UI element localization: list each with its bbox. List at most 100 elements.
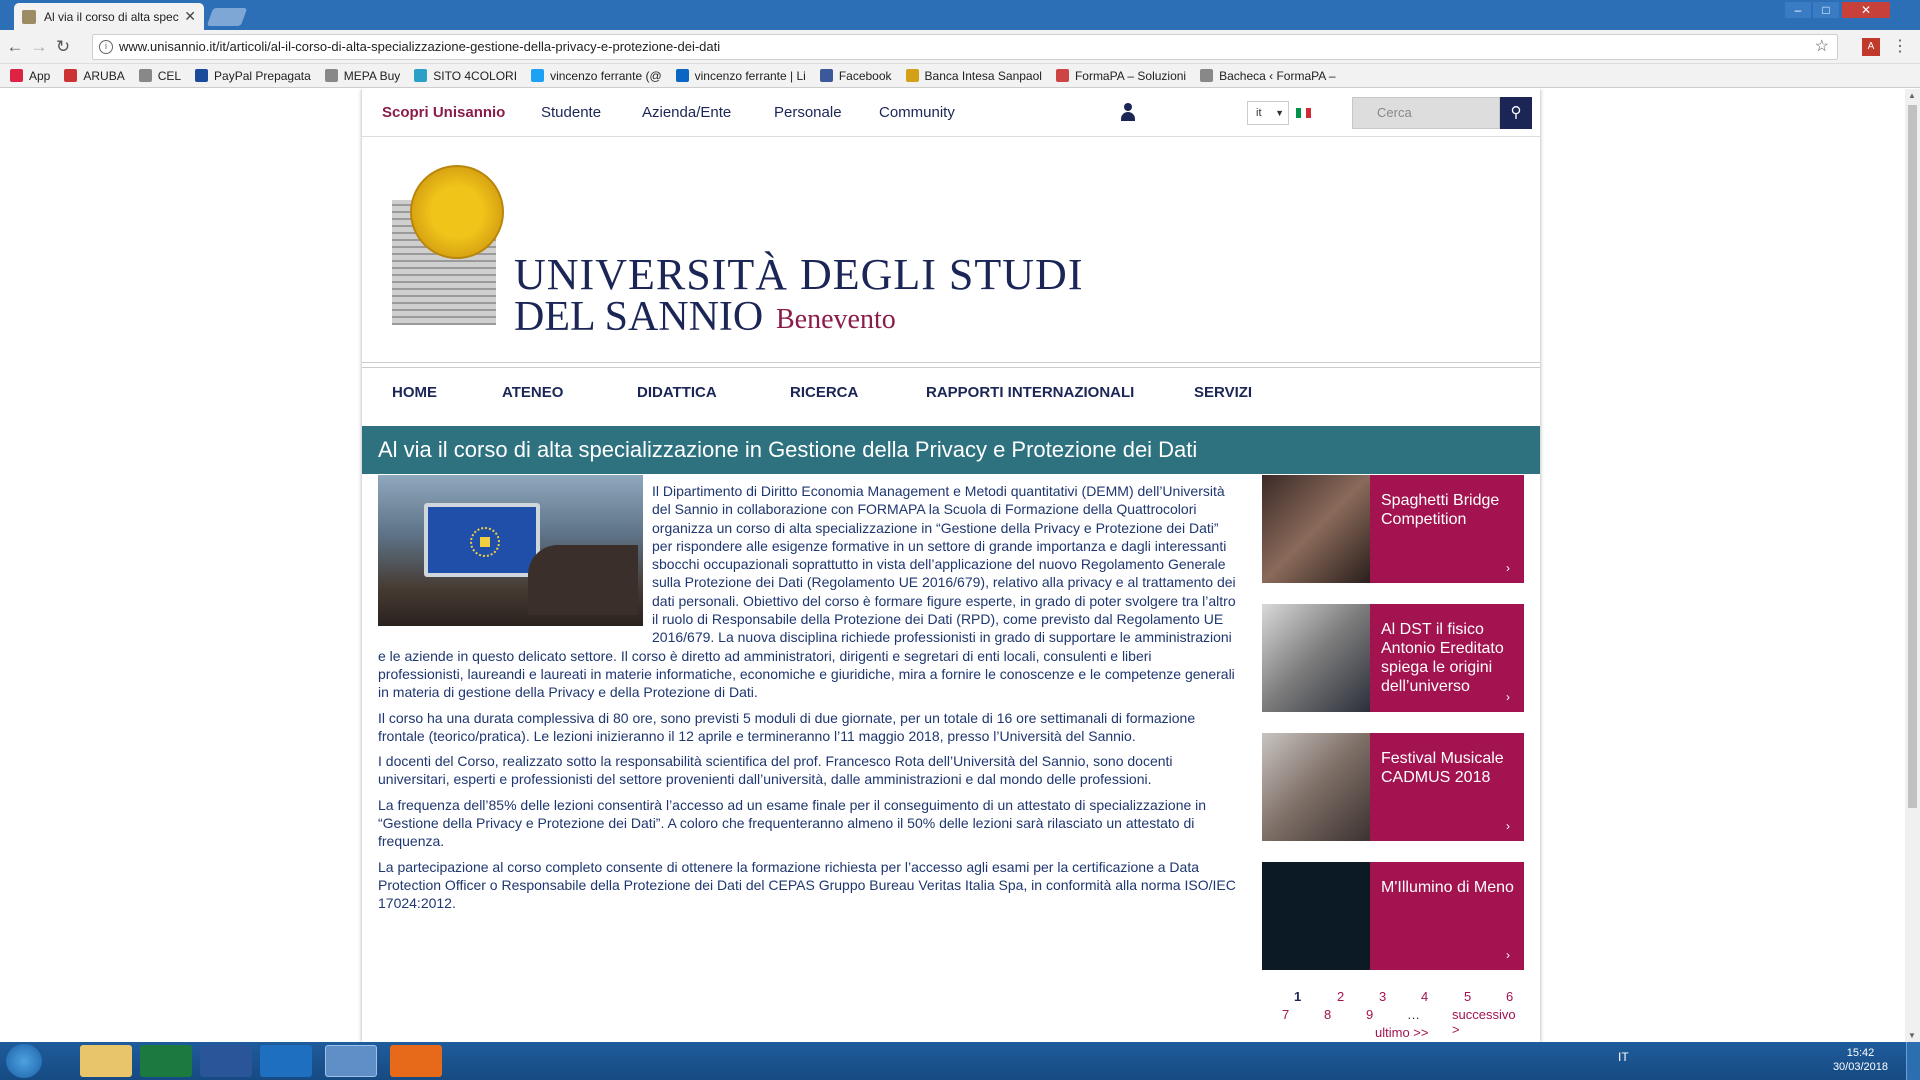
pager-next-link[interactable]: successivo >: [1452, 1007, 1524, 1037]
top-navigation: Scopri Unisannio Studente Azienda/Ente P…: [362, 89, 1540, 137]
page-link[interactable]: 9: [1366, 1007, 1373, 1022]
window-maximize-button[interactable]: □: [1813, 2, 1839, 18]
tray-time: 15:42: [1846, 1047, 1875, 1059]
scroll-up-icon[interactable]: ▲: [1908, 91, 1916, 100]
bookmark-item[interactable]: App: [10, 69, 50, 83]
reload-icon[interactable]: ↻: [52, 37, 74, 57]
bookmark-label: FormaPA – Soluzioni: [1074, 68, 1187, 83]
browser-tab[interactable]: Al via il corso di alta spec ✕: [14, 3, 204, 30]
search-icon: ⚲: [1510, 104, 1522, 121]
window-close-button[interactable]: ✕: [1842, 2, 1890, 18]
back-icon[interactable]: ←: [4, 37, 26, 57]
news-card[interactable]: Al DST il fisico Antonio Ereditato spieg…: [1262, 604, 1524, 712]
word-icon[interactable]: [200, 1045, 252, 1077]
topnav-azienda-ente[interactable]: Azienda/Ente: [642, 104, 731, 121]
news-thumbnail: [1262, 604, 1370, 712]
bookmark-item[interactable]: FormaPA – Soluzioni: [1055, 68, 1187, 83]
url-bar[interactable]: i www.unisannio.it/it/articoli/al-il-cor…: [92, 34, 1838, 60]
news-thumbnail: [1262, 862, 1370, 970]
bookmark-favicon-icon: [195, 69, 209, 82]
user-icon[interactable]: [1120, 103, 1136, 121]
mainnav-servizi[interactable]: SERVIZI: [1194, 384, 1252, 401]
page-link[interactable]: 2: [1337, 989, 1344, 1004]
news-card-title: Spaghetti Bridge Competition: [1381, 492, 1500, 528]
news-card[interactable]: Spaghetti Bridge Competition ›: [1262, 475, 1524, 583]
tab-favicon-icon: [22, 9, 36, 24]
site-header: UNIVERSITÀ DEGLI STUDI DEL SANNIO Beneve…: [362, 137, 1540, 363]
mainnav-rapporti-internazionali[interactable]: RAPPORTI INTERNAZIONALI: [926, 384, 1134, 401]
bookmark-item[interactable]: vincenzo ferrante (@: [531, 69, 662, 83]
pdf-extension-icon[interactable]: A: [1862, 38, 1880, 56]
bookmark-star-icon[interactable]: ☆: [1815, 35, 1829, 59]
language-value: it: [1256, 107, 1262, 119]
tray-date: 30/03/2018: [1832, 1061, 1888, 1073]
language-select[interactable]: it ▼: [1247, 101, 1289, 125]
mainnav-home[interactable]: HOME: [392, 384, 437, 401]
page-link[interactable]: 3: [1379, 989, 1386, 1004]
bookmark-item[interactable]: ARUBA: [64, 69, 125, 83]
bookmark-item[interactable]: MEPA Buy: [324, 69, 400, 83]
forward-icon[interactable]: →: [28, 37, 50, 57]
mainnav-ricerca[interactable]: RICERCA: [790, 384, 858, 401]
bookmarks-bar: App ARUBA CEL PayPal Prepagata MEPA Buy SITO …: [0, 64, 1920, 88]
logo-title-line2[interactable]: DEL SANNIO: [514, 293, 763, 341]
topnav-community[interactable]: Community: [879, 104, 955, 121]
page-scrollbar[interactable]: ▲ ▼: [1905, 89, 1920, 1042]
outlook-icon[interactable]: [260, 1045, 312, 1077]
bookmark-item[interactable]: SITO 4COLORI: [414, 69, 517, 83]
article-paragraph: I docenti del Corso, realizzato sotto la…: [378, 753, 1173, 788]
search-button[interactable]: ⚲: [1500, 97, 1532, 129]
news-card[interactable]: Festival Musicale CADMUS 2018 ›: [1262, 733, 1524, 841]
page-ellipsis: …: [1407, 1007, 1420, 1022]
university-seal-logo[interactable]: [392, 165, 504, 325]
bookmark-item[interactable]: Banca Intesa Sanpaol: [905, 69, 1042, 83]
tray-clock[interactable]: 15:42 30/03/2018: [1833, 1046, 1888, 1074]
window-minimize-button[interactable]: –: [1785, 2, 1811, 18]
windows-start-button[interactable]: [6, 1044, 42, 1078]
file-explorer-icon[interactable]: [80, 1045, 132, 1077]
url-text: www.unisannio.it/it/articoli/al-il-corso…: [119, 39, 721, 54]
news-card[interactable]: M'Illumino di Meno ›: [1262, 862, 1524, 970]
search-input[interactable]: Cerca: [1352, 97, 1500, 129]
mainnav-didattica[interactable]: DIDATTICA: [637, 384, 717, 401]
page-link[interactable]: 8: [1324, 1007, 1331, 1022]
site-info-icon[interactable]: i: [99, 40, 113, 54]
article-paragraph: La partecipazione al corso completo cons…: [378, 858, 1236, 912]
scrollbar-thumb[interactable]: [1908, 105, 1917, 808]
page-link[interactable]: 1: [1294, 989, 1301, 1004]
chrome-icon[interactable]: [325, 1045, 377, 1077]
bookmark-favicon-icon: [675, 69, 689, 82]
page-link[interactable]: 7: [1282, 1007, 1289, 1022]
news-thumbnail: [1262, 733, 1370, 841]
bookmark-favicon-icon: [324, 69, 338, 82]
browser-menu-icon[interactable]: ⋮: [1892, 36, 1908, 56]
firefox-icon[interactable]: [390, 1045, 442, 1077]
page-link[interactable]: 6: [1506, 989, 1513, 1004]
logo-city: Benevento: [776, 304, 896, 335]
bookmark-label: vincenzo ferrante | Li: [694, 68, 806, 83]
pager-last-link[interactable]: ultimo >>: [1375, 1025, 1428, 1040]
bookmark-item[interactable]: Facebook: [819, 68, 892, 83]
page-link[interactable]: 5: [1464, 989, 1471, 1004]
bookmark-item[interactable]: Bacheca ‹ FormaPA –: [1200, 69, 1336, 83]
tab-close-icon[interactable]: ✕: [184, 8, 196, 25]
search-placeholder: Cerca: [1377, 105, 1412, 120]
mainnav-ateneo[interactable]: ATENEO: [502, 384, 563, 401]
bookmark-label: App: [29, 68, 51, 83]
show-desktop-button[interactable]: [1906, 1042, 1920, 1080]
bookmark-label: Facebook: [838, 68, 892, 83]
address-toolbar: ← → ↻ i www.unisannio.it/it/articoli/al-…: [0, 30, 1920, 64]
topnav-studente[interactable]: Studente: [541, 104, 601, 121]
tray-language[interactable]: IT: [1618, 1050, 1629, 1064]
new-tab-button[interactable]: [206, 8, 248, 26]
bookmark-item[interactable]: vincenzo ferrante | Li: [675, 68, 806, 83]
bookmark-favicon-icon: [531, 69, 545, 82]
topnav-scopri-unisannio[interactable]: Scopri Unisannio: [382, 104, 505, 121]
scroll-down-icon[interactable]: ▼: [1908, 1031, 1916, 1040]
bookmark-item[interactable]: CEL: [138, 69, 181, 83]
bookmark-item[interactable]: PayPal Prepagata: [195, 69, 311, 83]
page-link[interactable]: 4: [1421, 989, 1428, 1004]
news-card-title: M'Illumino di Meno: [1381, 879, 1514, 896]
topnav-personale[interactable]: Personale: [774, 104, 842, 121]
excel-icon[interactable]: [140, 1045, 192, 1077]
